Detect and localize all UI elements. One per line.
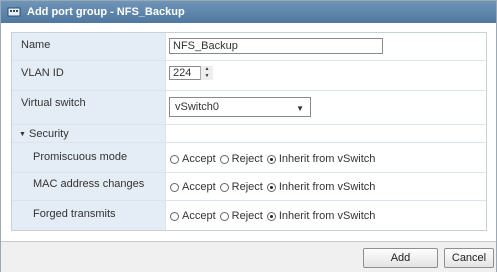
vswitch-row: Virtual switch vSwitch0 ▼	[12, 91, 486, 125]
name-input-value: NFS_Backup	[173, 40, 238, 52]
promiscuous-reject-label[interactable]: Reject	[232, 153, 263, 165]
collapse-toggle-icon[interactable]: ▼	[19, 131, 26, 138]
vlan-spinner: ▲ ▼	[200, 66, 213, 80]
forged-inherit-label[interactable]: Inherit from vSwitch	[279, 210, 376, 222]
vswitch-selected-value: vSwitch0	[175, 101, 220, 113]
vswitch-label-cell: Virtual switch	[12, 91, 166, 124]
add-port-group-dialog: Add port group - NFS_Backup Name NFS_Bac…	[0, 0, 497, 272]
promiscuous-radio-group: Accept Reject Inherit from vSwitch	[170, 153, 379, 165]
forged-label-cell: Forged transmits	[12, 201, 166, 230]
mac-accept-label[interactable]: Accept	[182, 181, 216, 193]
promiscuous-row: Promiscuous mode Accept Reject Inherit f…	[12, 143, 486, 173]
name-label: Name	[21, 39, 51, 51]
forged-transmits-label: Forged transmits	[33, 208, 116, 220]
forged-reject-label[interactable]: Reject	[232, 210, 263, 222]
vlan-label: VLAN ID	[21, 67, 64, 79]
spin-down-icon[interactable]: ▼	[201, 73, 213, 80]
mac-inherit-label[interactable]: Inherit from vSwitch	[279, 181, 376, 193]
mac-changes-label-cell: MAC address changes	[12, 173, 166, 200]
mac-inherit-radio[interactable]	[266, 182, 276, 192]
vlan-row: VLAN ID 224 ▲ ▼	[12, 61, 486, 91]
vlan-id-stepper[interactable]: 224 ▲ ▼	[169, 66, 213, 80]
forged-accept-label[interactable]: Accept	[182, 210, 216, 222]
mac-accept-radio[interactable]	[170, 182, 179, 192]
forged-radio-group: Accept Reject Inherit from vSwitch	[170, 210, 379, 222]
promiscuous-label: Promiscuous mode	[33, 151, 128, 163]
promiscuous-accept-label[interactable]: Accept	[182, 153, 216, 165]
vswitch-select[interactable]: vSwitch0 ▼	[169, 97, 311, 117]
forged-accept-radio[interactable]	[170, 211, 179, 221]
promiscuous-label-cell: Promiscuous mode	[12, 143, 166, 172]
forged-inherit-radio[interactable]	[266, 211, 276, 221]
mac-changes-row: MAC address changes Accept Reject Inheri…	[12, 173, 486, 201]
forged-transmits-row: Forged transmits Accept Reject Inherit f…	[12, 201, 486, 230]
dialog-title: Add port group - NFS_Backup	[27, 6, 185, 18]
mac-changes-radio-group: Accept Reject Inherit from vSwitch	[170, 181, 379, 193]
vlan-label-cell: VLAN ID	[12, 61, 166, 90]
form-table: Name NFS_Backup VLAN ID 224 ▲ ▼ Virtual …	[11, 32, 487, 231]
dialog-titlebar: Add port group - NFS_Backup	[1, 1, 496, 23]
dropdown-arrow-icon: ▼	[296, 104, 304, 113]
vlan-id-value: 224	[173, 67, 192, 79]
mac-changes-label: MAC address changes	[33, 178, 145, 190]
dialog-footer: Add Cancel	[1, 241, 496, 272]
network-icon	[7, 5, 21, 19]
promiscuous-reject-radio[interactable]	[219, 154, 229, 164]
mac-reject-radio[interactable]	[219, 182, 229, 192]
security-section-label: Security	[29, 128, 69, 140]
add-button[interactable]: Add	[363, 248, 438, 268]
promiscuous-accept-radio[interactable]	[170, 154, 179, 164]
security-label-cell: ▼ Security	[12, 125, 166, 142]
name-input[interactable]: NFS_Backup	[169, 38, 383, 54]
promiscuous-inherit-radio[interactable]	[266, 154, 276, 164]
cancel-button[interactable]: Cancel	[444, 248, 494, 268]
name-row: Name NFS_Backup	[12, 33, 486, 61]
security-section-row[interactable]: ▼ Security	[12, 125, 486, 143]
mac-reject-label[interactable]: Reject	[232, 181, 263, 193]
vswitch-label: Virtual switch	[21, 97, 86, 109]
forged-reject-radio[interactable]	[219, 211, 229, 221]
name-label-cell: Name	[12, 33, 166, 60]
promiscuous-inherit-label[interactable]: Inherit from vSwitch	[279, 153, 376, 165]
